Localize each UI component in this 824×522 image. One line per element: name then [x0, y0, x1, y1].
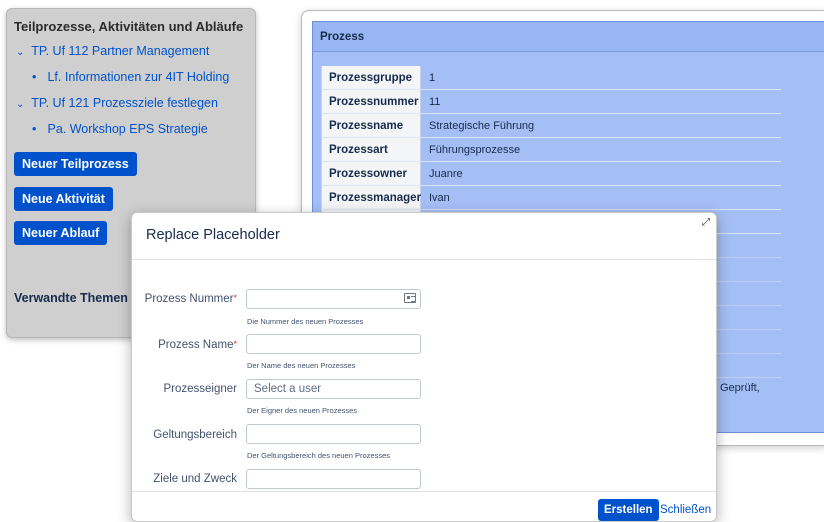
field-label-prozess-name: Prozess Name*	[132, 339, 237, 351]
prozess-name-input[interactable]	[246, 334, 421, 354]
new-flow-button[interactable]: Neuer Ablauf	[14, 221, 108, 245]
table-row: Prozessgruppe 1	[321, 66, 781, 90]
row-value: Ivan	[429, 192, 450, 204]
field-label-prozesseigner: Prozesseigner	[132, 383, 237, 395]
replace-placeholder-dialog: Replace Placeholder ⤢ Prozess Nummer* Di…	[131, 212, 717, 522]
close-button[interactable]: Schließen	[660, 499, 711, 521]
row-key: Prozessmanager	[321, 186, 421, 209]
tree-item-prozessziele[interactable]: ⌄ TP. Uf 121 Prozessziele festlegen	[16, 96, 218, 110]
tree-item-informationen-4it[interactable]: • Lf. Informationen zur 4IT Holding	[32, 70, 229, 84]
field-help-text: Der Name des neuen Prozesses	[247, 361, 356, 370]
required-marker: *	[233, 293, 237, 303]
row-value: Strategische Führung	[429, 120, 535, 132]
process-header: Prozess	[313, 22, 824, 52]
field-help-text: Der Eigner des neuen Prozesses	[247, 406, 358, 415]
prozesseigner-user-picker[interactable]: Select a user	[246, 379, 421, 399]
tree-item-label[interactable]: Lf. Informationen zur 4IT Holding	[47, 70, 229, 84]
row-key: Prozessnummer	[321, 90, 421, 113]
row-value: Führungsprozesse	[429, 144, 521, 156]
table-row: Prozessmanager Ivan	[321, 186, 781, 210]
required-marker: *	[233, 339, 237, 349]
row-key: Prozessowner	[321, 162, 421, 185]
field-label-text: Geltungsbereich	[153, 429, 237, 441]
chevron-down-icon[interactable]: ⌄	[16, 47, 28, 58]
create-button[interactable]: Erstellen	[598, 499, 659, 521]
tree-item-label[interactable]: Pa. Workshop EPS Strategie	[47, 122, 207, 136]
ziele-und-zweck-input[interactable]	[246, 469, 421, 489]
field-label-text: Prozess Nummer	[144, 293, 234, 305]
table-row: Prozessnummer 11	[321, 90, 781, 114]
id-card-icon	[404, 293, 416, 303]
new-activity-button[interactable]: Neue Aktivität	[14, 187, 113, 211]
chevron-down-icon[interactable]: ⌄	[16, 99, 28, 110]
table-row: Prozessart Führungsprozesse	[321, 138, 781, 162]
tree-item-label[interactable]: TP. Uf 121 Prozessziele festlegen	[31, 96, 218, 110]
field-help-text: Die Nummer des neuen Prozesses	[247, 317, 364, 326]
dialog-header-divider	[132, 259, 716, 260]
status-text: Geprüft,	[720, 382, 760, 394]
row-key: Prozessname	[321, 114, 421, 137]
field-label-text: Prozesseigner	[163, 383, 237, 395]
field-label-ziele-und-zweck: Ziele und Zweck	[132, 473, 237, 485]
field-label-prozess-nummer: Prozess Nummer*	[132, 293, 237, 305]
input-placeholder[interactable]: Select a user	[254, 383, 321, 395]
dialog-footer-divider	[132, 491, 716, 492]
row-key: Prozessgruppe	[321, 66, 421, 89]
prozess-nummer-input[interactable]	[246, 289, 421, 309]
field-label-text: Ziele und Zweck	[153, 473, 237, 485]
row-value: 1	[429, 72, 436, 84]
related-topics-heading: Verwandte Themen	[14, 291, 128, 305]
row-value: Juanre	[429, 168, 463, 180]
tree-item-partner-management[interactable]: ⌄ TP. Uf 112 Partner Management	[16, 44, 209, 58]
field-help-text: Der Geltungsbereich des neuen Prozesses	[247, 451, 390, 460]
left-panel-title: Teilprozesse, Aktivitäten und Abläufe	[14, 19, 244, 34]
row-value: 11	[429, 96, 441, 108]
bullet-icon: •	[32, 122, 37, 136]
field-label-text: Prozess Name	[158, 339, 234, 351]
tree-item-label[interactable]: TP. Uf 112 Partner Management	[31, 44, 209, 58]
row-key: Prozessart	[321, 138, 421, 161]
bullet-icon: •	[32, 70, 37, 84]
table-row: Prozessname Strategische Führung	[321, 114, 781, 138]
new-subprocess-button[interactable]: Neuer Teilprozess	[14, 152, 137, 176]
table-row: Prozessowner Juanre	[321, 162, 781, 186]
dialog-title: Replace Placeholder	[146, 227, 280, 243]
geltungsbereich-input[interactable]	[246, 424, 421, 444]
expand-icon[interactable]: ⤢	[702, 217, 710, 228]
field-label-geltungsbereich: Geltungsbereich	[132, 429, 237, 441]
tree-item-workshop-eps[interactable]: • Pa. Workshop EPS Strategie	[32, 122, 208, 136]
